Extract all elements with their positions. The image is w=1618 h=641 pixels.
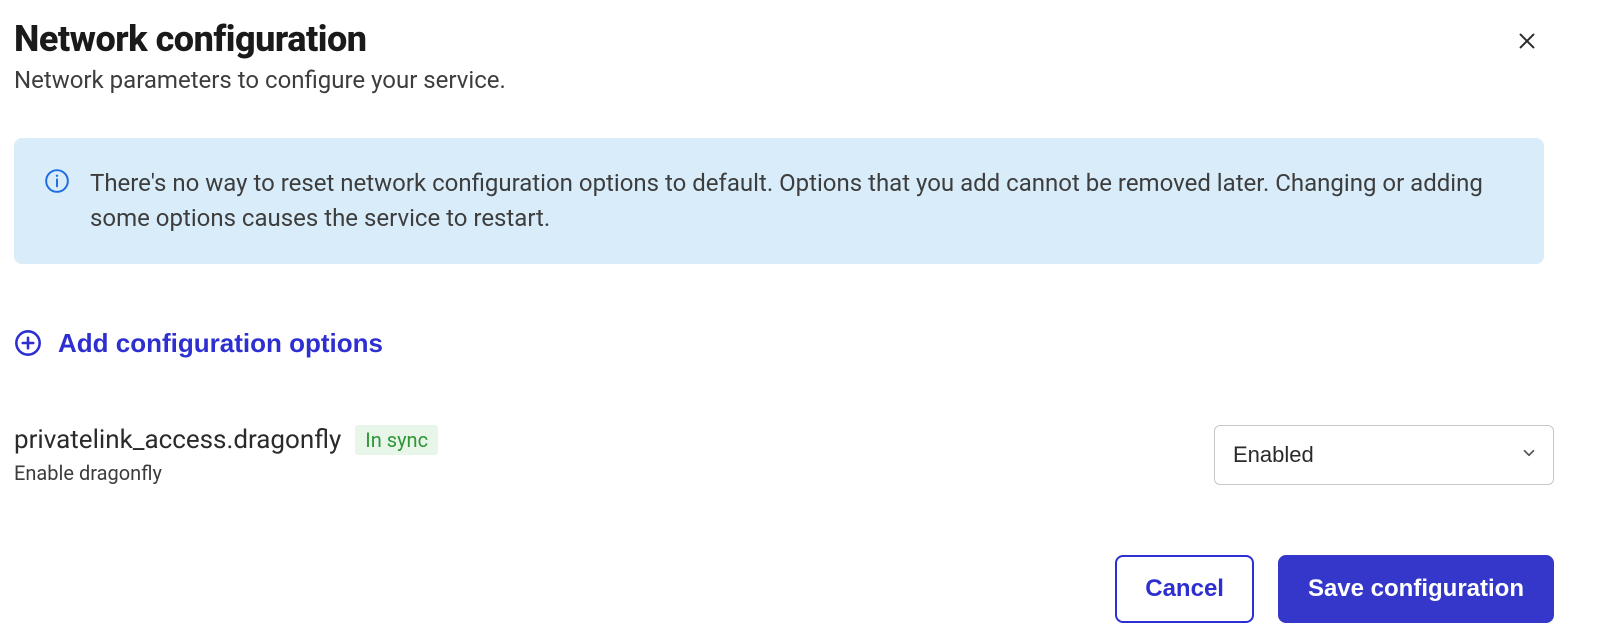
plus-circle-icon (14, 329, 42, 357)
add-configuration-options-link[interactable]: Add configuration options (14, 328, 383, 359)
status-badge: In sync (355, 425, 438, 455)
info-banner-text: There's no way to reset network configur… (90, 166, 1514, 236)
page-title: Network configuration (14, 18, 506, 60)
config-option-value-select[interactable]: Enabled (1214, 425, 1554, 485)
config-option-description: Enable dragonfly (14, 461, 438, 485)
save-configuration-button[interactable]: Save configuration (1278, 555, 1554, 623)
config-option-row: privatelink_access.dragonfly In sync Ena… (14, 425, 1554, 485)
add-link-label: Add configuration options (58, 328, 383, 359)
cancel-button[interactable]: Cancel (1115, 555, 1254, 623)
config-option-key: privatelink_access.dragonfly (14, 425, 341, 455)
page-subtitle: Network parameters to configure your ser… (14, 66, 506, 94)
close-button[interactable] (1510, 24, 1544, 58)
info-icon (44, 168, 70, 194)
close-icon (1516, 30, 1538, 52)
info-banner: There's no way to reset network configur… (14, 138, 1544, 264)
